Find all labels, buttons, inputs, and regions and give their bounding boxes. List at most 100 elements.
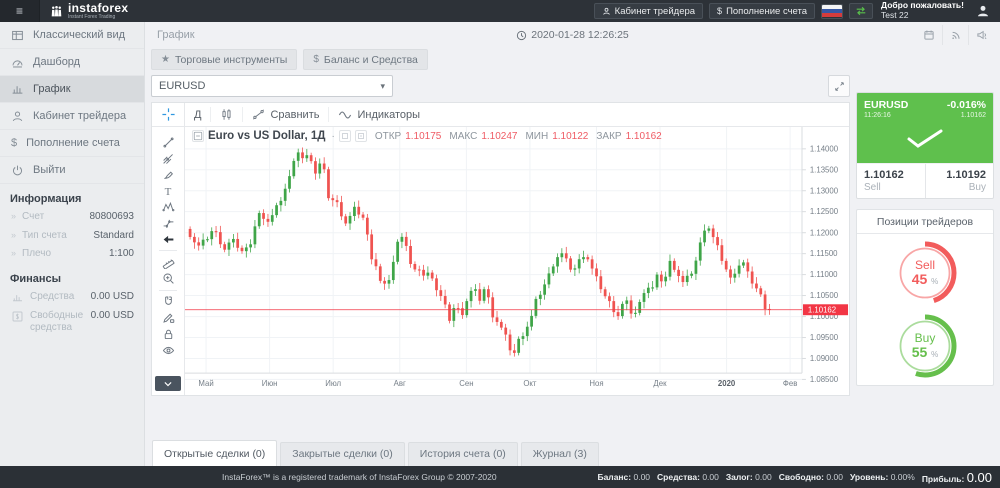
eye-tool[interactable]: [157, 342, 179, 358]
chart-area[interactable]: Euro vs US Dollar, 1Д · ОТКР1.10175 МАКС…: [185, 127, 849, 395]
chart-type-button[interactable]: [339, 130, 351, 142]
pitchfork-tool[interactable]: [157, 150, 179, 166]
tab-2[interactable]: История счета (0): [408, 442, 518, 466]
gauge-icon: [11, 56, 24, 69]
gauge-suffix: %: [931, 350, 938, 359]
svg-text:Июл: Июл: [325, 379, 341, 388]
ruler-tool[interactable]: [157, 254, 179, 270]
language-flag-button[interactable]: [821, 4, 843, 19]
fullscreen-button[interactable]: [828, 75, 850, 97]
stat-label: Средства:: [657, 472, 700, 482]
trader-cabinet-button[interactable]: Кабинет трейдера: [594, 3, 703, 19]
svg-text:1.09500: 1.09500: [810, 333, 839, 342]
star-icon: ★: [161, 54, 170, 65]
pattern-tool[interactable]: [157, 199, 179, 215]
crosshair-tool[interactable]: [152, 103, 185, 126]
buy-price: 1.10192: [933, 169, 987, 181]
rss-button[interactable]: [942, 25, 968, 45]
sidebar-item-chart[interactable]: График: [0, 76, 144, 103]
trader-cabinet-label: Кабинет трейдера: [615, 6, 695, 17]
eye-icon: [162, 344, 175, 357]
tab-1[interactable]: Закрытые сделки (0): [280, 442, 404, 466]
svg-text:1.10500: 1.10500: [810, 291, 839, 300]
toolbar-collapse-button[interactable]: [155, 376, 181, 391]
compare-button[interactable]: Сравнить: [243, 103, 328, 126]
main-content: График 2020-01-28 12:26:25 ★ Торго: [145, 22, 1000, 466]
lock-tool[interactable]: [157, 326, 179, 342]
stat-item: Залог: 0.00: [726, 472, 772, 482]
indicators-button[interactable]: Индикаторы: [329, 103, 429, 126]
trend-line-tool[interactable]: [157, 134, 179, 150]
sidebar-item-label: Дашборд: [33, 56, 80, 68]
sidebar-item-logout[interactable]: Выйти: [0, 157, 144, 184]
finance-rows: Средства 0.00 USD Свободные средства 0.0…: [0, 288, 144, 338]
sidebar-item-dashboard[interactable]: Дашборд: [0, 49, 144, 76]
tab-0[interactable]: Открытые сделки (0): [152, 440, 277, 466]
zoom-in-tool[interactable]: [157, 271, 179, 287]
check-icon: [864, 119, 986, 159]
account-stats: Баланс: 0.00 Средства: 0.00 Залог: 0.00 …: [590, 470, 992, 485]
draw-lock-tool[interactable]: [157, 310, 179, 326]
quote-change: -0.016%: [947, 99, 986, 111]
current-price-badge: 1.10162: [808, 305, 836, 314]
collapse-legend-button[interactable]: [192, 130, 204, 142]
calendar-button[interactable]: [916, 25, 942, 45]
sell-label: Sell: [864, 182, 918, 193]
text-icon: T: [165, 182, 172, 200]
text-tool[interactable]: T: [157, 183, 179, 199]
info-rows: » Счет 80800693» Тип счета Standard» Пле…: [0, 208, 144, 264]
stat-value: 0.00%: [891, 472, 915, 482]
chart-settings-button[interactable]: [355, 130, 367, 142]
welcome-text: Добро пожаловать! Test 22: [881, 1, 964, 21]
balance-funds-button[interactable]: $ Баланс и Средства: [303, 49, 428, 70]
announcements-button[interactable]: [968, 25, 994, 45]
quote-summary[interactable]: EURUSD -0.016% 11:26:16 1.10162: [857, 93, 993, 163]
lock-icon: [162, 328, 175, 341]
avatar-icon[interactable]: [976, 4, 990, 18]
sell-button[interactable]: 1.10162 Sell: [857, 164, 925, 198]
page-header: График 2020-01-28 12:26:25: [145, 22, 1000, 48]
svg-text:Дек: Дек: [653, 379, 667, 388]
deposit-button[interactable]: $ Пополнение счета: [709, 3, 815, 19]
menu-toggle-button[interactable]: ≡: [0, 0, 40, 22]
transfer-button[interactable]: [849, 3, 873, 19]
finance-row: Средства 0.00 USD: [0, 288, 144, 307]
sidebar-item-trader-cabinet[interactable]: Кабинет трейдера: [0, 103, 144, 130]
svg-text:1.12500: 1.12500: [810, 207, 839, 216]
flag-stripe-red: [822, 13, 842, 17]
buy-gauge[interactable]: Buy 55 %: [891, 312, 959, 380]
cursor-arrow-tool[interactable]: [157, 231, 179, 247]
quote-time: 11:26:16: [864, 112, 891, 119]
instaforex-logo-icon: [50, 5, 63, 18]
chart-style-button[interactable]: [211, 103, 242, 126]
svg-text:1.11000: 1.11000: [810, 270, 838, 279]
pattern-icon: [162, 200, 175, 213]
close-value: 1.10162: [626, 131, 662, 142]
timeframe-button[interactable]: Д: [185, 103, 210, 126]
low-value: 1.10122: [552, 131, 588, 142]
chart-top-toolbar: Д Сравнить: [152, 103, 849, 127]
magnet-icon: [162, 295, 175, 308]
sidebar-item-classic-view[interactable]: Классический вид: [0, 22, 144, 49]
svg-text:Июн: Июн: [262, 379, 278, 388]
sidebar-item-deposit[interactable]: $Пополнение счета: [0, 130, 144, 157]
toolbar-divider: [159, 290, 177, 291]
price-chart-svg[interactable]: 1.140001.135001.130001.125001.120001.115…: [185, 127, 849, 395]
stat-item: Баланс: 0.00: [597, 472, 650, 482]
instruments-button[interactable]: ★ Торговые инструменты: [151, 49, 297, 70]
high-value: 1.10247: [481, 131, 517, 142]
forecast-tool[interactable]: [157, 215, 179, 231]
sell-gauge[interactable]: Sell 45 %: [891, 239, 959, 307]
chart-title: Euro vs US Dollar, 1Д: [208, 130, 325, 142]
instruments-label: Торговые инструменты: [175, 54, 287, 66]
magnet-tool[interactable]: [157, 294, 179, 310]
buy-button[interactable]: 1.10192 Buy: [926, 164, 994, 198]
logo-text: instaforex: [68, 2, 128, 14]
brush-tool[interactable]: [157, 166, 179, 182]
symbol-select[interactable]: EURUSD ▾: [151, 75, 393, 97]
tab-3[interactable]: Журнал (3): [521, 442, 599, 466]
finance-label: Средства: [30, 291, 85, 304]
gauge-suffix: %: [931, 277, 938, 286]
instaforex-logo[interactable]: instaforex Instant Forex Trading: [50, 2, 128, 20]
svg-text:1.14000: 1.14000: [810, 144, 839, 153]
